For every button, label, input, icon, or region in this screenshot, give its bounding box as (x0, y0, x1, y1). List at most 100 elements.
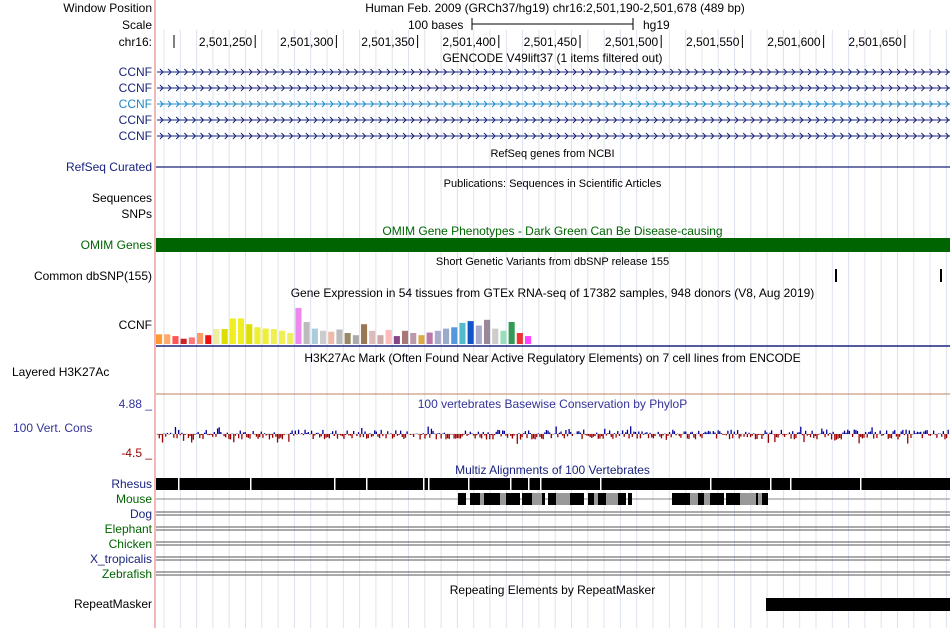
conservation-score-bar (338, 434, 340, 435)
conservation-score-bar (736, 429, 739, 434)
conservation-score-bar (255, 434, 258, 437)
window-position-label[interactable]: Window Position (63, 1, 152, 15)
repeatmasker-label[interactable]: RepeatMasker (74, 597, 152, 611)
multiz-species-label[interactable]: Mouse (116, 492, 152, 506)
conservation-score-bar (864, 431, 867, 434)
conservation-score-bar (915, 433, 917, 434)
conservation-score-bar (158, 434, 160, 439)
conservation-score-bar (623, 434, 625, 437)
gencode-transcript-label[interactable]: CCNF (119, 129, 152, 143)
alignment-gap (423, 478, 425, 490)
alignment-gap (710, 478, 712, 490)
multiz-species-label[interactable]: Elephant (105, 522, 152, 536)
gtex-tissue-bar (254, 327, 261, 344)
conservation-score-bar (644, 432, 646, 434)
conservation-score-bar (592, 434, 595, 437)
alignment-gap (428, 478, 430, 490)
conservation-score-bar (652, 434, 655, 439)
chrom-label[interactable]: chr16: (119, 35, 152, 49)
mouse-alignment-block (628, 493, 632, 505)
publications-snps-label[interactable]: SNPs (121, 207, 152, 221)
multiz-species-label[interactable]: Chicken (109, 537, 152, 551)
conservation-score-bar (898, 434, 901, 437)
ruler-tick-label: 2,501,650 (848, 35, 902, 49)
conservation-score-bar (322, 429, 324, 434)
conservation-score-bar (276, 434, 279, 443)
gencode-transcript-label[interactable]: CCNF (119, 65, 152, 79)
gtex-tissue-bar (352, 335, 359, 344)
conservation-score-bar (890, 434, 893, 439)
conservation-score-bar (555, 426, 557, 434)
conservation-score-bar (944, 434, 946, 440)
conservation-score-bar (247, 434, 250, 438)
conservation-score-bar (916, 431, 919, 434)
conservation-score-bar (942, 431, 944, 434)
conservation-score-bar (591, 434, 593, 439)
gtex-gene-label[interactable]: CCNF (119, 318, 152, 332)
publications-sequences-label[interactable]: Sequences (92, 191, 152, 205)
conservation-score-bar (294, 430, 296, 434)
scale-label[interactable]: Scale (122, 18, 152, 32)
h3k27ac-label[interactable]: Layered H3K27Ac (12, 365, 109, 379)
conservation-score-bar (607, 433, 609, 434)
multiz-species-label[interactable]: Zebrafish (102, 567, 152, 581)
gencode-transcript-label[interactable]: CCNF (119, 97, 152, 111)
conservation-score-bar (929, 434, 932, 436)
conservation-score-bar (364, 431, 366, 434)
conservation-score-bar (455, 434, 457, 439)
conservation-score-bar (421, 434, 423, 435)
conservation-score-bar (923, 431, 925, 434)
multiz-species-label[interactable]: X_tropicalis (90, 552, 152, 566)
conservation-score-bar (393, 434, 395, 438)
multiz-species-label[interactable]: Rhesus (111, 477, 152, 491)
conservation-score-bar (406, 431, 408, 434)
conservation-score-bar (905, 429, 907, 434)
conservation-score-bar (503, 430, 505, 434)
gencode-transcript-label[interactable]: CCNF (119, 81, 152, 95)
conservation-score-bar (268, 434, 271, 440)
conservation-score-bar (165, 434, 167, 437)
conservation-score-bar (926, 430, 928, 434)
multiz-species-label[interactable]: Dog (130, 507, 152, 521)
conservation-score-bar (489, 434, 491, 440)
refseq-label[interactable]: RefSeq Curated (66, 160, 152, 174)
gtex-tissue-bar (336, 329, 343, 344)
conservation-score-bar (482, 431, 484, 434)
gencode-transcript-label[interactable]: CCNF (119, 113, 152, 127)
conservation-score-bar (756, 434, 758, 440)
conservation-score-bar (613, 433, 616, 434)
conservation-score-bar (281, 434, 284, 440)
alignment-gap (178, 478, 180, 490)
conservation-score-bar (312, 434, 314, 439)
conservation-score-bar (192, 434, 194, 440)
omim-label[interactable]: OMIM Genes (81, 238, 152, 252)
conservation-score-bar (792, 431, 794, 434)
conservation-score-bar (717, 430, 719, 434)
conservation-score-bar (458, 434, 460, 439)
dbsnp-label[interactable]: Common dbSNP(155) (34, 269, 152, 283)
mouse-alignment-block (480, 493, 484, 505)
conservation-score-bar (510, 434, 512, 437)
ruler-tick-label: 2,501,600 (767, 35, 821, 49)
conservation-score-bar (370, 434, 373, 437)
conservation-score-bar (879, 430, 881, 434)
conservation-score-bar (377, 434, 379, 437)
conservation-score-bar (712, 431, 714, 434)
conservation-score-bar (331, 431, 334, 434)
conservation-score-bar (267, 434, 269, 435)
conservation-score-bar (205, 429, 207, 434)
omim-title: OMIM Gene Phenotypes - Dark Green Can Be… (382, 224, 723, 238)
conservation-score-bar (743, 434, 745, 437)
conservation-score-bar (199, 434, 201, 439)
conservation-score-bar (779, 434, 781, 435)
conservation-label[interactable]: 100 Vert. Cons (13, 421, 92, 435)
conservation-score-bar (229, 434, 232, 440)
conservation-score-bar (184, 434, 186, 436)
conservation-score-bar (654, 434, 656, 437)
conservation-score-bar (249, 434, 251, 439)
conservation-score-bar (793, 434, 795, 440)
conservation-score-bar (641, 431, 643, 434)
conservation-score-bar (344, 434, 347, 435)
conservation-score-bar (173, 434, 175, 438)
conservation-score-bar (320, 434, 322, 437)
